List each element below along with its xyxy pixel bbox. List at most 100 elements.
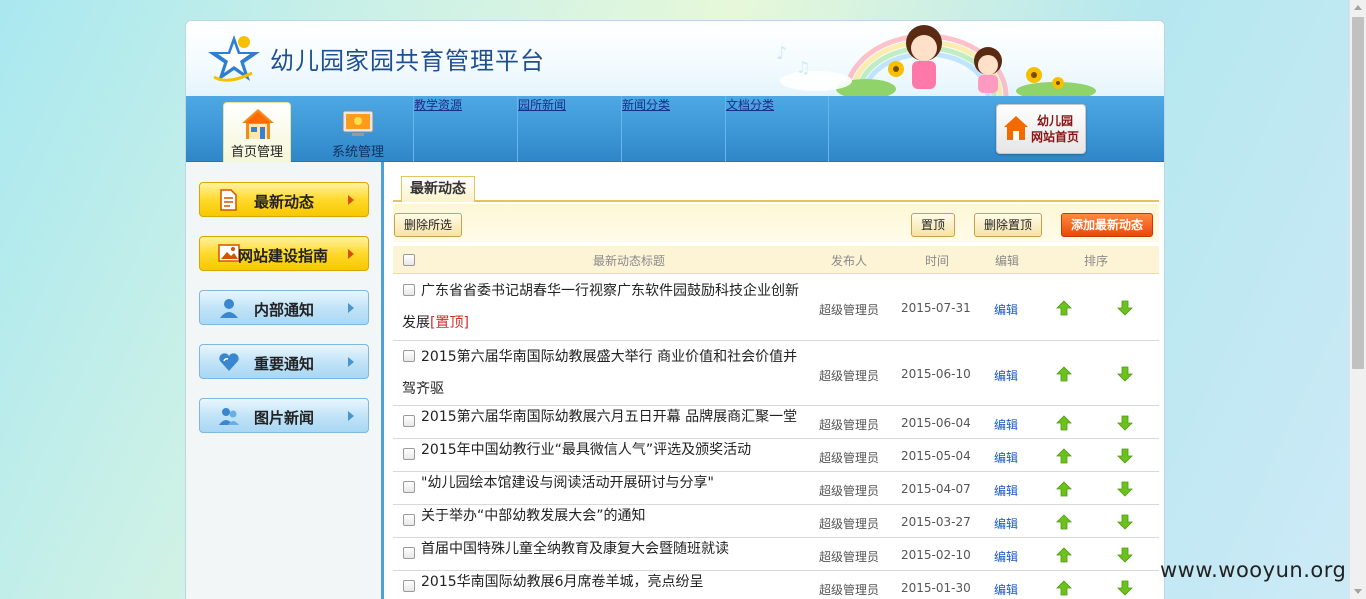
edit-link[interactable]: 编辑 [994,548,1018,565]
pin-button[interactable]: 置顶 [911,213,956,237]
nav-sub-teaching-resources: 教学资源 [413,96,517,162]
news-title-text: 关于举办“中部幼教发展大会”的通知 [421,508,646,524]
nav-link-news-category[interactable]: 新闻分类 [622,96,670,113]
table-header: 最新动态标题 发布人 时间 编辑 排序 [393,246,1159,274]
move-up-arrow-icon[interactable] [1056,547,1072,563]
move-down-arrow-icon[interactable] [1117,580,1133,596]
sidebar-item-latest-news[interactable]: 最新动态 [199,182,369,217]
toolbar: 删除所选 置顶 删除置顶 添加最新动态 [393,204,1159,242]
chevron-right-icon [348,303,354,313]
move-up-arrow-icon[interactable] [1056,514,1072,530]
news-title-text: "幼儿园绘本馆建设与阅读活动开展研讨与分享" [421,475,714,491]
select-all-checkbox[interactable] [403,254,415,266]
news-title[interactable]: 2015年中国幼教行业“最具微信人气”评选及颁奖活动 [402,434,802,466]
move-up-arrow-icon[interactable] [1056,415,1072,431]
users-icon [219,408,239,425]
tab-latest-news[interactable]: 最新动态 [401,176,475,202]
chevron-right-icon [348,195,354,205]
news-title[interactable]: 广东省省委书记胡春华一行视察广东软件园鼓励科技企业创新发展[置顶] [402,275,802,339]
move-up-arrow-icon[interactable] [1056,448,1072,464]
table-row: 2015第六届华南国际幼教展盛大举行 商业价值和社会价值并驾齐驱 超级管理员 201… [393,341,1159,406]
main-content: 最新动态 删除所选 置顶 删除置顶 添加最新动态 最新动态标题 发布人 时间 编… [387,162,1164,599]
move-down-arrow-icon[interactable] [1117,481,1133,497]
user-icon [220,299,238,318]
table-row: 广东省省委书记胡春华一行视察广东软件园鼓励科技企业创新发展[置顶] 超级管理员 20… [393,275,1159,341]
nav-tab-label: 系统管理 [331,145,384,160]
publisher: 超级管理员 [819,484,880,498]
pinned-tag: [置顶] [430,315,469,331]
news-title[interactable]: 2015第六届华南国际幼教展盛大举行 商业价值和社会价值并驾齐驱 [402,341,802,405]
news-title-text: 2015第六届华南国际幼教展盛大举行 商业价值和社会价值并驾齐驱 [402,349,798,397]
move-down-arrow-icon[interactable] [1117,514,1133,530]
publish-date: 2015-05-04 [901,449,971,463]
picture-icon [218,244,240,262]
move-down-arrow-icon[interactable] [1117,448,1133,464]
edit-link[interactable]: 编辑 [994,449,1018,466]
move-up-arrow-icon[interactable] [1056,366,1072,382]
edit-link[interactable]: 编辑 [994,515,1018,532]
news-title-text: 2015华南国际幼教展6月席卷羊城，亮点纷呈 [421,574,704,590]
move-up-arrow-icon[interactable] [1056,580,1072,596]
news-title[interactable]: "幼儿园绘本馆建设与阅读活动开展研讨与分享" [402,467,802,499]
sidebar-item-important-notice[interactable]: 重要通知 [199,344,369,379]
move-down-arrow-icon[interactable] [1117,547,1133,563]
chevron-right-icon [348,411,354,421]
column-header-title: 最新动态标题 [593,254,666,268]
publisher: 超级管理员 [819,583,880,597]
publish-date: 2015-06-04 [901,416,971,430]
add-latest-news-button[interactable]: 添加最新动态 [1061,213,1154,237]
move-down-arrow-icon[interactable] [1117,300,1133,316]
site-home-button[interactable]: 幼儿园 网站首页 [996,104,1086,154]
watermark: www.wooyun.org [1160,558,1347,582]
sidebar: 最新动态 网站建设指南 内部通知 重要通知 图片新闻 [186,162,384,599]
sidebar-item-picture-news[interactable]: 图片新闻 [199,398,369,433]
edit-link[interactable]: 编辑 [994,482,1018,499]
nav-link-teaching-resources[interactable]: 教学资源 [414,96,462,113]
column-header-publisher: 发布人 [831,254,868,268]
header: 幼儿园家园共育管理平台 ♪ ♫ [186,21,1164,96]
delete-selected-button[interactable]: 删除所选 [394,213,463,237]
top-navbar: 首页管理 系统管理 教学资源 园所新闻 新闻分类 文档分类 幼儿园 网站首页 [186,96,1164,162]
nav-tab-home-manage[interactable]: 首页管理 [223,102,291,162]
column-header-edit: 编辑 [995,254,1020,268]
move-down-arrow-icon[interactable] [1117,366,1133,382]
move-up-arrow-icon[interactable] [1056,481,1072,497]
news-title[interactable]: 2015华南国际幼教展6月席卷羊城，亮点纷呈 [402,566,802,598]
move-down-arrow-icon[interactable] [1117,415,1133,431]
news-title-text: 首届中国特殊儿童全纳教育及康复大会暨随班就读 [421,541,729,557]
sidebar-item-site-guide[interactable]: 网站建设指南 [199,236,369,271]
edit-link[interactable]: 编辑 [994,581,1018,598]
scroll-up-arrow-icon[interactable] [1354,5,1362,10]
site-home-label-line1: 幼儿园 [1037,114,1074,128]
publisher: 超级管理员 [819,418,880,432]
scroll-down-arrow-icon[interactable] [1354,589,1362,594]
chevron-right-icon [348,249,354,259]
news-title[interactable]: 首届中国特殊儿童全纳教育及康复大会暨随班就读 [402,533,802,565]
nav-tab-label: 首页管理 [230,145,283,160]
house-icon [1004,116,1028,140]
column-header-order: 排序 [1084,254,1109,268]
nav-link-school-news[interactable]: 园所新闻 [518,96,566,113]
scroll-thumb[interactable] [1352,17,1364,369]
vertical-scrollbar[interactable] [1349,0,1366,599]
edit-link[interactable]: 编辑 [994,416,1018,433]
news-title[interactable]: 关于举办“中部幼教发展大会”的通知 [402,500,802,532]
sidebar-item-label: 内部通知 [254,301,315,319]
sidebar-item-label: 图片新闻 [254,409,315,427]
edit-link[interactable]: 编辑 [994,367,1018,384]
nav-tab-system-manage[interactable]: 系统管理 [324,102,392,162]
nav-sub-doc-category: 文档分类 [725,96,829,162]
nav-link-doc-category[interactable]: 文档分类 [726,96,774,113]
news-title[interactable]: 2015第六届华南国际幼教展六月五日开幕 品牌展商汇聚一堂 [402,401,802,433]
tab-strip: 最新动态 [393,176,1159,202]
table-row: 2015华南国际幼教展6月席卷羊城，亮点纷呈 超级管理员 2015-01-30 编辑 [393,571,1159,599]
app-frame: 幼儿园家园共育管理平台 ♪ ♫ 首页管理 系统管理 教学资源 园所新闻 新闻分类… [185,20,1165,599]
chevron-right-icon [348,357,354,367]
sidebar-item-internal-notice[interactable]: 内部通知 [199,290,369,325]
edit-link[interactable]: 编辑 [994,301,1018,318]
site-home-label-line2: 网站首页 [1031,130,1080,144]
delete-pin-button[interactable]: 删除置顶 [974,213,1043,237]
publisher: 超级管理员 [819,517,880,531]
publish-date: 2015-07-31 [901,301,971,315]
move-up-arrow-icon[interactable] [1056,300,1072,316]
